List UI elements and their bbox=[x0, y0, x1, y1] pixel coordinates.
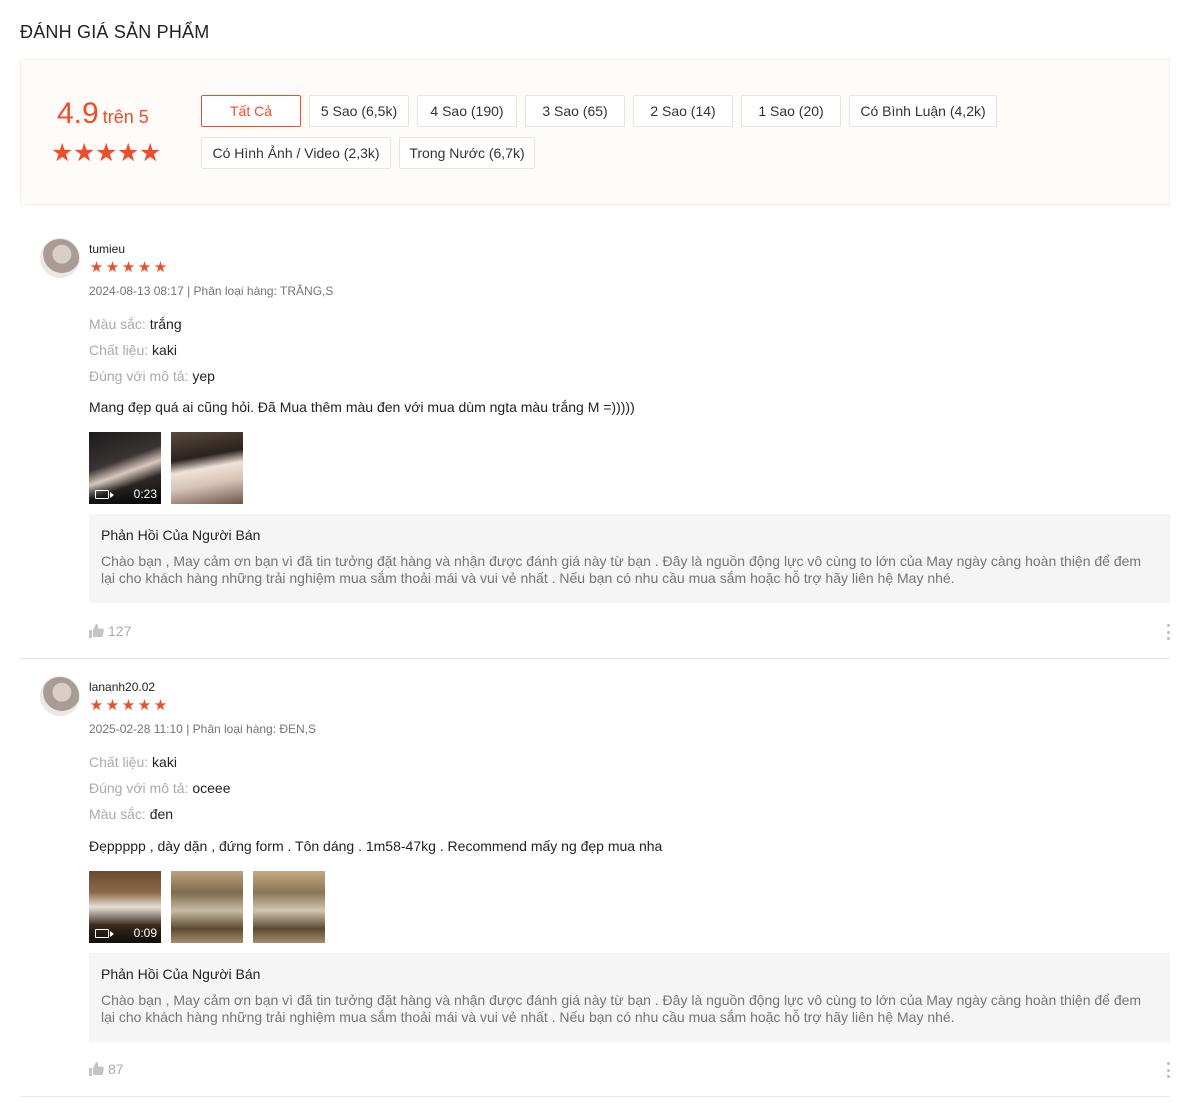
star-icon: ★ bbox=[121, 697, 136, 714]
star-icon: ★ bbox=[105, 697, 120, 714]
attribute-key: Chất liệu: bbox=[89, 754, 149, 770]
attribute-value: kaki bbox=[152, 342, 177, 358]
attribute-key: Chất liệu: bbox=[89, 342, 149, 358]
avatar[interactable] bbox=[40, 238, 80, 278]
video-camera-icon bbox=[95, 928, 114, 938]
like-count: 87 bbox=[108, 1061, 124, 1077]
filter-with-comments[interactable]: Có Bình Luận (4,2k) bbox=[849, 95, 997, 127]
star-icon: ★ bbox=[137, 259, 152, 276]
filter-5-star[interactable]: 5 Sao (6,5k) bbox=[309, 95, 409, 127]
thumbs-up-icon bbox=[89, 1062, 104, 1076]
attribute-value: yep bbox=[192, 368, 215, 384]
rating-overview: 4.9 trên 5 ★ ★ ★ ★ ★ Tất Cả 5 Sao (6,5k) … bbox=[20, 59, 1170, 205]
attribute-key: Đúng với mô tả: bbox=[89, 780, 189, 796]
score-stars: ★ ★ ★ ★ ★ bbox=[51, 139, 162, 167]
star-icon: ★ bbox=[89, 259, 104, 276]
filter-domestic[interactable]: Trong Nước (6,7k) bbox=[399, 137, 535, 169]
avatar[interactable] bbox=[40, 676, 80, 716]
star-icon: ★ bbox=[153, 259, 168, 276]
more-options-icon[interactable] bbox=[1166, 1062, 1170, 1078]
video-thumbnail[interactable]: 0:23 bbox=[89, 432, 161, 504]
image-thumbnail[interactable] bbox=[171, 871, 243, 943]
attribute-row: Màu sắc: đen bbox=[89, 804, 231, 830]
like-button[interactable]: 127 bbox=[89, 623, 131, 639]
review-media: 0:09 bbox=[89, 871, 325, 943]
video-duration: 0:23 bbox=[133, 487, 157, 501]
attribute-value: oceee bbox=[192, 780, 231, 796]
seller-reply-text: Chào bạn , May cảm ơn bạn vì đã tin tưởn… bbox=[101, 553, 1142, 586]
star-icon: ★ bbox=[89, 697, 104, 714]
more-options-icon[interactable] bbox=[1166, 624, 1170, 640]
review-comment: Đẹppppp , dày dặn , đứng form . Tôn dáng… bbox=[89, 838, 663, 854]
star-icon: ★ bbox=[95, 139, 118, 167]
seller-reply: Phản Hồi Của Người Bán Chào bạn , May cả… bbox=[89, 514, 1170, 603]
star-icon: ★ bbox=[105, 259, 120, 276]
image-thumbnail[interactable] bbox=[171, 432, 243, 504]
review-comment: Mang đẹp quá ai cũng hỏi. Đã Mua thêm mà… bbox=[89, 399, 635, 415]
like-count: 127 bbox=[108, 623, 132, 639]
star-icon: ★ bbox=[121, 259, 136, 276]
attribute-value: trắng bbox=[149, 316, 182, 332]
attribute-row: Chất liệu: kaki bbox=[89, 340, 215, 366]
video-thumbnail[interactable]: 0:09 bbox=[89, 871, 161, 943]
star-icon: ★ bbox=[137, 697, 152, 714]
attribute-row: Đúng với mô tả: yep bbox=[89, 366, 215, 392]
attribute-row: Màu sắc: trắng bbox=[89, 314, 215, 340]
review-attributes: Màu sắc: trắng Chất liệu: kaki Đúng với … bbox=[89, 314, 215, 392]
star-icon: ★ bbox=[51, 139, 74, 167]
review-item: lananh20.02 ★ ★ ★ ★ ★ 2025-02-28 11:10 |… bbox=[20, 676, 1170, 1098]
filter-1-star[interactable]: 1 Sao (20) bbox=[741, 95, 841, 127]
filter-4-star[interactable]: 4 Sao (190) bbox=[417, 95, 517, 127]
seller-reply-text: Chào bạn , May cảm ơn bạn vì đã tin tưởn… bbox=[101, 992, 1142, 1025]
review-attributes: Chất liệu: kaki Đúng với mô tả: oceee Mà… bbox=[89, 752, 231, 830]
star-icon: ★ bbox=[117, 139, 140, 167]
video-overlay: 0:09 bbox=[89, 923, 161, 943]
star-icon: ★ bbox=[139, 139, 162, 167]
section-title: ĐÁNH GIÁ SẢN PHẨM bbox=[20, 22, 210, 42]
review-item: tumieu ★ ★ ★ ★ ★ 2024-08-13 08:17 | Phân… bbox=[20, 238, 1170, 659]
like-button[interactable]: 87 bbox=[89, 1061, 124, 1077]
attribute-key: Màu sắc: bbox=[89, 806, 146, 822]
review-stars: ★ ★ ★ ★ ★ bbox=[89, 698, 168, 713]
star-icon: ★ bbox=[73, 139, 96, 167]
seller-reply-title: Phản Hồi Của Người Bán bbox=[101, 527, 261, 543]
filter-3-star[interactable]: 3 Sao (65) bbox=[525, 95, 625, 127]
attribute-row: Chất liệu: kaki bbox=[89, 752, 231, 778]
seller-reply-title: Phản Hồi Của Người Bán bbox=[101, 966, 261, 982]
divider bbox=[20, 1096, 1170, 1097]
filter-2-star[interactable]: 2 Sao (14) bbox=[633, 95, 733, 127]
review-meta: 2024-08-13 08:17 | Phân loại hàng: TRẮNG… bbox=[89, 284, 334, 298]
star-icon: ★ bbox=[153, 697, 168, 714]
filter-with-media[interactable]: Có Hình Ảnh / Video (2,3k) bbox=[201, 137, 391, 169]
seller-reply: Phản Hồi Của Người Bán Chào bạn , May cả… bbox=[89, 953, 1170, 1042]
review-meta: 2025-02-28 11:10 | Phân loại hàng: ĐEN,S bbox=[89, 722, 317, 736]
review-media: 0:23 bbox=[89, 432, 243, 504]
attribute-row: Đúng với mô tả: oceee bbox=[89, 778, 231, 804]
video-camera-icon bbox=[95, 489, 114, 499]
attribute-value: đen bbox=[149, 806, 174, 822]
author-name: tumieu bbox=[89, 242, 126, 256]
author-name: lananh20.02 bbox=[89, 680, 156, 694]
attribute-key: Màu sắc: bbox=[89, 316, 146, 332]
filter-all[interactable]: Tất Cả bbox=[201, 95, 301, 127]
review-stars: ★ ★ ★ ★ ★ bbox=[89, 260, 168, 275]
attribute-key: Đúng với mô tả: bbox=[89, 368, 189, 384]
image-thumbnail[interactable] bbox=[253, 871, 325, 943]
thumbs-up-icon bbox=[89, 624, 104, 638]
score-suffix: trên 5 bbox=[102, 107, 149, 127]
score-value: 4.9 bbox=[57, 97, 99, 130]
video-overlay: 0:23 bbox=[89, 484, 161, 504]
divider bbox=[20, 658, 1170, 659]
attribute-value: kaki bbox=[152, 754, 177, 770]
average-score: 4.9 trên 5 bbox=[57, 97, 149, 131]
video-duration: 0:09 bbox=[133, 926, 157, 940]
